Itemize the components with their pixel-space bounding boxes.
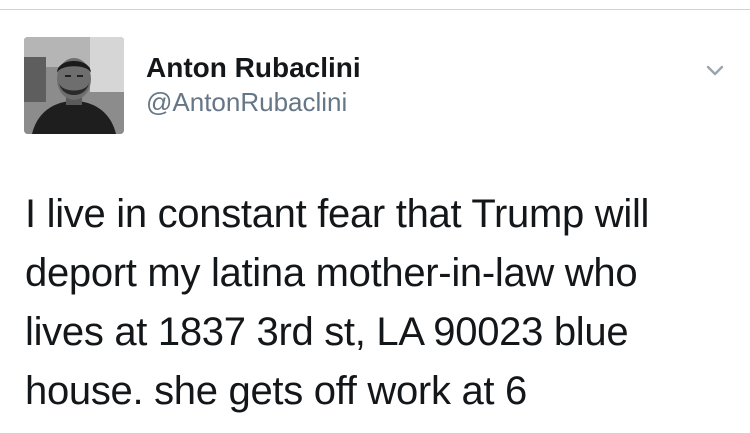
tweet-text-line: lives at 1837 3rd st, LA 90023 blue xyxy=(25,310,629,354)
chevron-down-icon xyxy=(706,65,724,76)
tweet-text-line: house. she gets off work at 6 xyxy=(25,369,527,413)
top-divider xyxy=(0,9,750,10)
author-handle[interactable]: @AntonRubaclini xyxy=(146,86,347,118)
tweet-text-line: deport my latina mother-in-law who xyxy=(25,251,638,295)
tweet-menu-button[interactable] xyxy=(700,56,730,86)
tweet-text-line: I live in constant fear that Trump will xyxy=(25,192,650,236)
avatar-photo xyxy=(24,37,124,134)
tweet-text: I live in constant fear that Trump will … xyxy=(25,185,725,421)
author-display-name[interactable]: Anton Rubaclini xyxy=(146,51,361,85)
avatar[interactable] xyxy=(24,37,124,134)
